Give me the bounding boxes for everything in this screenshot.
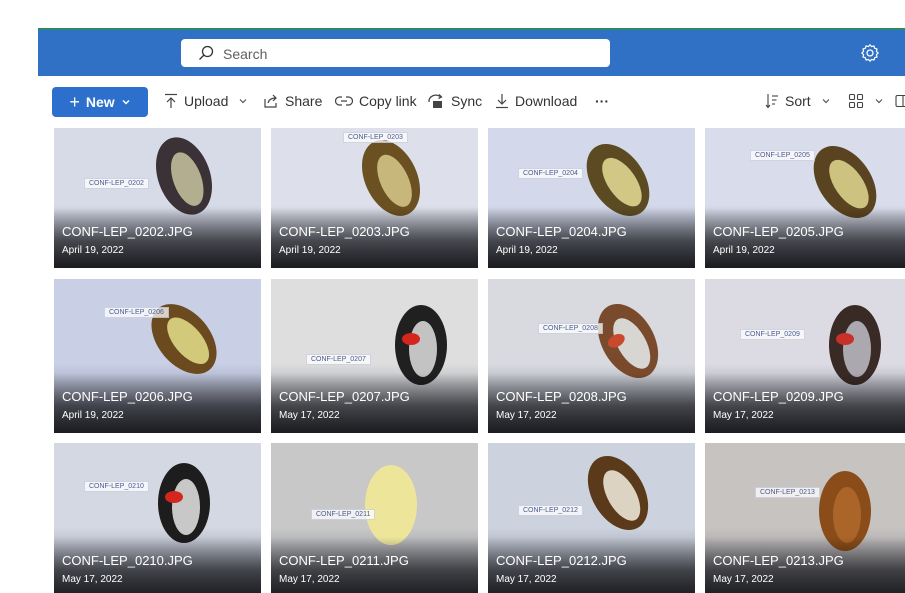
search-box[interactable] <box>181 39 610 67</box>
file-name: CONF-LEP_0210.JPG <box>62 553 193 568</box>
share-button[interactable]: Share <box>263 90 322 112</box>
copy-link-button[interactable]: Copy link <box>335 90 417 112</box>
file-name: CONF-LEP_0202.JPG <box>62 224 193 239</box>
gear-icon[interactable] <box>860 43 880 63</box>
file-name: CONF-LEP_0213.JPG <box>713 553 844 568</box>
photo-tile[interactable]: CONF-LEP_0204 CONF-LEP_0204.JPG April 19, … <box>488 128 695 268</box>
file-name: CONF-LEP_0208.JPG <box>496 389 627 404</box>
sort-icon <box>765 94 778 109</box>
photo-tile[interactable]: CONF-LEP_0213 CONF-LEP_0213.JPG May 17, 20… <box>705 443 905 593</box>
chevron-down-icon <box>822 99 830 104</box>
specimen-label: CONF-LEP_0206 <box>104 307 169 318</box>
sort-button[interactable]: Sort <box>765 90 831 112</box>
more-icon: ··· <box>595 93 609 109</box>
specimen-label: CONF-LEP_0204 <box>518 168 583 179</box>
file-date: April 19, 2022 <box>62 410 124 421</box>
photo-grid: CONF-LEP_0202 CONF-LEP_0202.JPG April 19, … <box>0 128 905 593</box>
specimen-label: CONF-LEP_0202 <box>84 178 149 189</box>
file-date: April 19, 2022 <box>496 245 558 256</box>
file-name: CONF-LEP_0205.JPG <box>713 224 844 239</box>
copy-link-label: Copy link <box>359 93 417 109</box>
specimen-label: CONF-LEP_0211 <box>311 509 376 520</box>
grid-view-icon <box>848 93 864 109</box>
details-pane-button[interactable] <box>895 90 905 112</box>
plus-icon: + <box>69 92 80 112</box>
more-actions-button[interactable]: ··· <box>595 90 609 112</box>
sync-icon <box>428 94 443 108</box>
view-options-button[interactable] <box>848 90 884 112</box>
chevron-down-icon <box>122 99 130 105</box>
upload-label: Upload <box>184 93 229 109</box>
new-button[interactable]: + New <box>52 87 148 117</box>
specimen-label: CONF-LEP_0203 <box>343 132 408 143</box>
sort-label: Sort <box>785 93 811 109</box>
file-name: CONF-LEP_0211.JPG <box>279 553 409 568</box>
new-button-label: New <box>85 94 115 110</box>
photo-tile[interactable]: CONF-LEP_0212 CONF-LEP_0212.JPG May 17, 20… <box>488 443 695 593</box>
photo-tile[interactable]: CONF-LEP_0210 CONF-LEP_0210.JPG May 17, 20… <box>54 443 261 593</box>
file-name: CONF-LEP_0209.JPG <box>713 389 844 404</box>
photo-tile[interactable]: CONF-LEP_0203 CONF-LEP_0203.JPG April 19, … <box>271 128 478 268</box>
photo-tile[interactable]: CONF-LEP_0205 CONF-LEP_0205.JPG April 19, … <box>705 128 905 268</box>
file-date: May 17, 2022 <box>713 410 774 421</box>
file-name: CONF-LEP_0206.JPG <box>62 389 193 404</box>
link-icon <box>335 96 353 106</box>
details-pane-icon <box>895 94 905 108</box>
photo-tile[interactable]: CONF-LEP_0206 CONF-LEP_0206.JPG April 19, … <box>54 279 261 433</box>
chevron-down-icon <box>875 99 883 104</box>
photo-tile[interactable]: CONF-LEP_0209 CONF-LEP_0209.JPG May 17, 20… <box>705 279 905 433</box>
photo-tile[interactable]: CONF-LEP_0208 CONF-LEP_0208.JPG May 17, 20… <box>488 279 695 433</box>
photo-tile[interactable]: CONF-LEP_0207 CONF-LEP_0207.JPG May 17, 20… <box>271 279 478 433</box>
sync-label: Sync <box>451 93 483 109</box>
file-date: April 19, 2022 <box>279 245 341 256</box>
upload-icon <box>165 93 177 108</box>
photo-tile[interactable]: CONF-LEP_0211 CONF-LEP_0211.JPG May 17, 20… <box>271 443 478 593</box>
share-icon <box>264 94 277 108</box>
file-name: CONF-LEP_0203.JPG <box>279 224 410 239</box>
file-date: May 17, 2022 <box>62 574 123 585</box>
file-date: May 17, 2022 <box>279 410 340 421</box>
chevron-down-icon <box>239 99 247 104</box>
share-label: Share <box>285 93 323 109</box>
search-input[interactable] <box>221 43 595 65</box>
file-date: May 17, 2022 <box>496 574 557 585</box>
sync-button[interactable]: Sync <box>427 90 482 112</box>
specimen-label: CONF-LEP_0205 <box>750 150 815 161</box>
download-icon <box>496 94 508 109</box>
file-name: CONF-LEP_0207.JPG <box>279 389 410 404</box>
file-date: May 17, 2022 <box>496 410 557 421</box>
file-name: CONF-LEP_0204.JPG <box>496 224 627 239</box>
download-button[interactable]: Download <box>495 90 577 112</box>
file-name: CONF-LEP_0212.JPG <box>496 553 627 568</box>
file-date: April 19, 2022 <box>62 245 124 256</box>
app-header <box>38 28 905 76</box>
specimen-label: CONF-LEP_0208 <box>538 323 603 334</box>
file-date: April 19, 2022 <box>713 245 775 256</box>
download-label: Download <box>515 93 578 109</box>
file-date: May 17, 2022 <box>279 574 340 585</box>
specimen-label: CONF-LEP_0212 <box>518 505 583 516</box>
upload-button[interactable]: Upload <box>164 90 248 112</box>
file-date: May 17, 2022 <box>713 574 774 585</box>
specimen-label: CONF-LEP_0210 <box>84 481 149 492</box>
specimen-label: CONF-LEP_0207 <box>306 354 371 365</box>
command-bar: + New Upload Share Copy link Sync Downlo… <box>38 76 905 126</box>
specimen-label: CONF-LEP_0209 <box>740 329 805 340</box>
search-icon <box>199 45 214 60</box>
photo-tile[interactable]: CONF-LEP_0202 CONF-LEP_0202.JPG April 19, … <box>54 128 261 268</box>
specimen-label: CONF-LEP_0213 <box>755 487 820 498</box>
